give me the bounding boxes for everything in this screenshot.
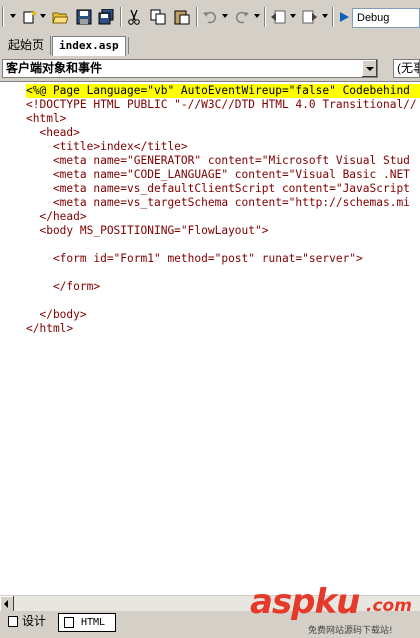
code-line-3[interactable]: <html> bbox=[26, 112, 66, 126]
chevron-down-icon[interactable] bbox=[10, 14, 16, 18]
html-view-icon bbox=[64, 617, 74, 628]
toolbar-separator bbox=[264, 7, 266, 27]
code-line-4[interactable]: <head> bbox=[26, 126, 80, 140]
copy-icon[interactable] bbox=[150, 9, 166, 25]
undo-icon[interactable] bbox=[202, 9, 218, 25]
code-line-18[interactable]: </html> bbox=[26, 322, 73, 336]
open-icon[interactable] bbox=[52, 9, 68, 25]
chevron-down-icon[interactable] bbox=[290, 14, 296, 18]
new-item-icon[interactable] bbox=[22, 9, 38, 25]
code-line-1[interactable]: <%@ Page Language="vb" AutoEventWireup="… bbox=[26, 84, 420, 98]
watermark-subtitle: 免费网站源码下载站! bbox=[308, 626, 393, 636]
code-editor[interactable]: <%@ Page Language="vb" AutoEventWireup="… bbox=[0, 81, 420, 596]
code-line-7[interactable]: <meta name="CODE_LANGUAGE" content="Visu… bbox=[26, 168, 410, 182]
navigation-bar: 客户端对象和事件 (无事 bbox=[0, 56, 420, 80]
chevron-down-icon[interactable] bbox=[40, 14, 46, 18]
save-all-icon[interactable] bbox=[98, 9, 114, 25]
scroll-left-icon[interactable] bbox=[0, 596, 14, 612]
code-line-15[interactable]: </form> bbox=[26, 280, 100, 294]
solution-configuration-select[interactable]: Debug bbox=[352, 8, 420, 28]
toolbar-separator bbox=[120, 7, 122, 27]
code-line-17-text: </body> bbox=[26, 308, 87, 321]
code-line-10-text: </head> bbox=[26, 210, 87, 223]
watermark-logo: aspku bbox=[250, 582, 360, 622]
standard-toolbar: Debug bbox=[0, 0, 420, 35]
code-line-11-text: <body MS_POSITIONING="FlowLayout"> bbox=[26, 224, 269, 237]
code-line-7-text: <meta name="CODE_LANGUAGE" content="Visu… bbox=[26, 168, 410, 181]
code-line-10[interactable]: </head> bbox=[26, 210, 87, 224]
code-line-2-text: <!DOCTYPE HTML PUBLIC "-//W3C//DTD HTML … bbox=[26, 98, 417, 111]
chevron-down-icon[interactable] bbox=[322, 14, 328, 18]
design-view-icon bbox=[8, 616, 18, 627]
chevron-down-icon[interactable] bbox=[254, 14, 260, 18]
redo-icon[interactable] bbox=[234, 9, 250, 25]
tab-strip-divider bbox=[124, 37, 129, 54]
document-tab-strip: 起始页 index.asp bbox=[0, 34, 420, 57]
code-line-15-text: </form> bbox=[26, 280, 101, 293]
code-line-17[interactable]: </body> bbox=[26, 308, 87, 322]
code-line-11[interactable]: <body MS_POSITIONING="FlowLayout"> bbox=[26, 224, 268, 238]
events-dropdown[interactable]: (无事 bbox=[393, 59, 420, 78]
watermark-domain: .com bbox=[366, 596, 412, 616]
code-line-5[interactable]: <title>index</title> bbox=[26, 140, 188, 154]
code-line-13[interactable]: <form id="Form1" method="post" runat="se… bbox=[26, 252, 363, 266]
client-objects-value: 客户端对象和事件 bbox=[6, 61, 103, 75]
save-icon[interactable] bbox=[76, 9, 92, 25]
code-line-1-text: <%@ Page Language="vb" AutoEventWireup="… bbox=[26, 84, 410, 97]
editor-gutter bbox=[0, 82, 22, 596]
code-line-13-text: <form id="Form1" method="post" runat="se… bbox=[26, 252, 363, 265]
chevron-down-icon[interactable] bbox=[361, 60, 377, 77]
cut-icon[interactable] bbox=[126, 9, 142, 25]
toolbar-separator bbox=[196, 7, 198, 27]
chevron-down-icon[interactable] bbox=[222, 14, 228, 18]
tab-html-label: HTML bbox=[81, 617, 106, 628]
code-line-8-text: <meta name=vs_defaultClientScript conten… bbox=[26, 182, 410, 195]
code-line-6[interactable]: <meta name="GENERATOR" content="Microsof… bbox=[26, 154, 410, 168]
code-line-18-text: </html> bbox=[26, 322, 74, 335]
toolbar-separator bbox=[332, 7, 334, 27]
code-line-8[interactable]: <meta name=vs_defaultClientScript conten… bbox=[26, 182, 410, 196]
tab-html[interactable]: HTML bbox=[58, 613, 116, 632]
navigate-back-icon[interactable] bbox=[270, 9, 286, 25]
client-objects-dropdown[interactable]: 客户端对象和事件 bbox=[2, 59, 378, 78]
tab-design[interactable]: 设计 bbox=[6, 613, 50, 632]
code-line-9-text: <meta name=vs_targetSchema content="http… bbox=[26, 196, 410, 209]
site-watermark: aspku .com 免费网站源码下载站! bbox=[250, 578, 420, 638]
start-icon[interactable] bbox=[336, 9, 352, 25]
tab-index-asp[interactable]: index.asp bbox=[52, 36, 126, 56]
code-line-6-text: <meta name="GENERATOR" content="Microsof… bbox=[26, 154, 410, 167]
tab-start-page[interactable]: 起始页 bbox=[2, 36, 52, 55]
code-line-2[interactable]: <!DOCTYPE HTML PUBLIC "-//W3C//DTD HTML … bbox=[26, 98, 417, 112]
toolbar-grip bbox=[2, 7, 4, 27]
navigate-forward-icon[interactable] bbox=[302, 9, 318, 25]
code-line-5-text: <title>index</title> bbox=[26, 140, 188, 153]
code-line-3-text: <html> bbox=[26, 112, 67, 125]
tab-design-label: 设计 bbox=[22, 614, 47, 628]
code-line-9[interactable]: <meta name=vs_targetSchema content="http… bbox=[26, 196, 410, 210]
code-line-4-text: <head> bbox=[26, 126, 80, 139]
paste-icon[interactable] bbox=[174, 9, 190, 25]
